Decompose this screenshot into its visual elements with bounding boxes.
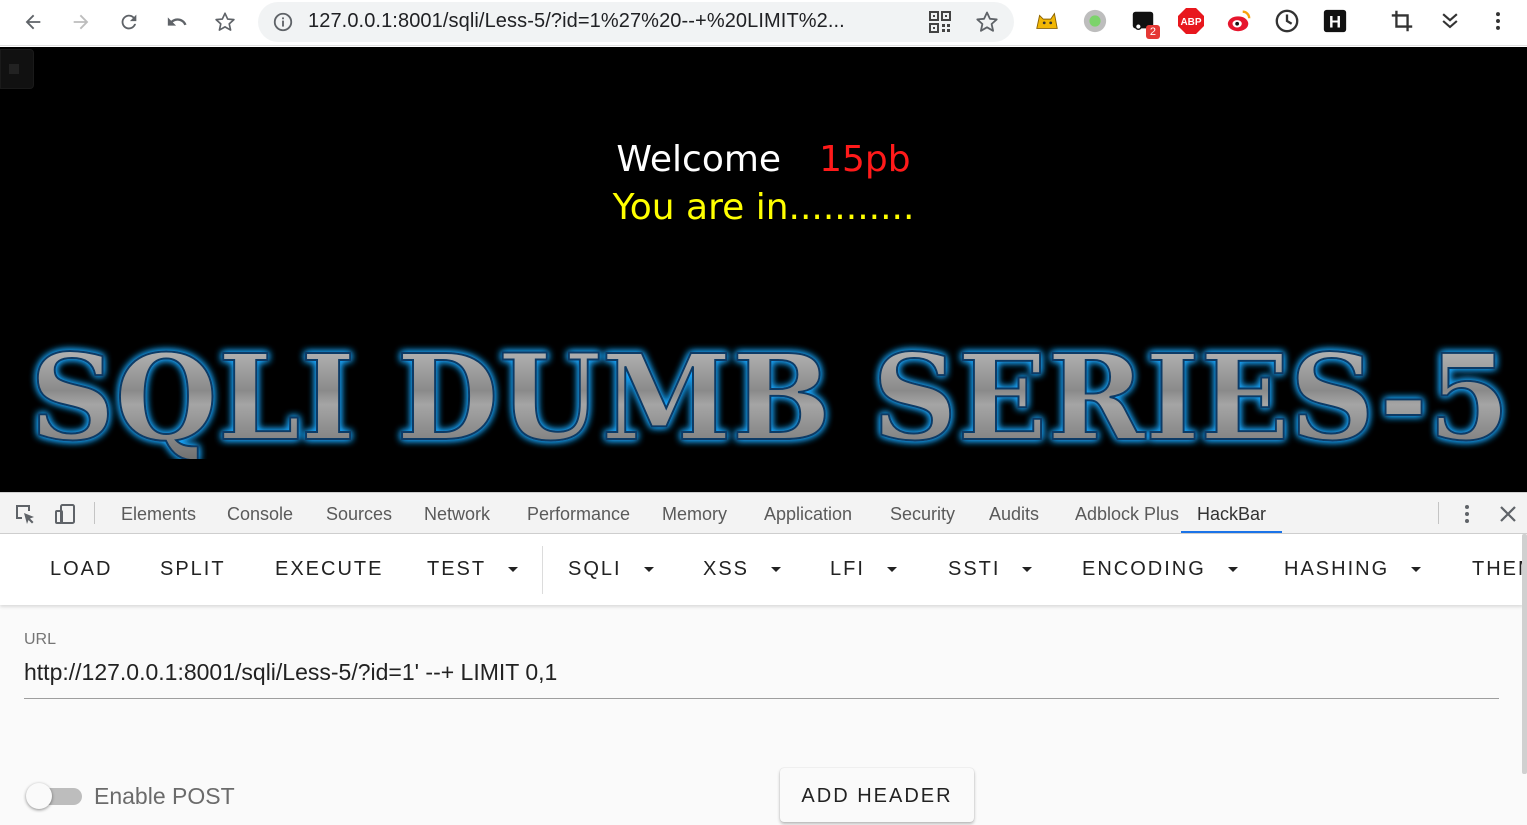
caret-down-icon bbox=[508, 567, 519, 572]
hackbar-xss-dropdown[interactable]: XSS bbox=[703, 534, 782, 605]
hackbar-theme-label: THEME bbox=[1472, 558, 1523, 580]
bookmark-page-button[interactable] bbox=[206, 3, 244, 41]
hackbar-ssti-label: SSTI bbox=[948, 558, 1001, 580]
undo-button[interactable] bbox=[158, 3, 196, 41]
tab-performance[interactable]: Performance bbox=[527, 493, 630, 533]
hackbar-split-button[interactable]: SPLIT bbox=[160, 534, 226, 605]
close-icon[interactable] bbox=[1496, 502, 1520, 526]
enable-post-toggle[interactable] bbox=[26, 783, 82, 809]
hackbar-hashing-dropdown[interactable]: HASHING bbox=[1284, 534, 1422, 605]
bookmark-star-icon[interactable] bbox=[975, 10, 999, 34]
adblock-plus-label: ABP bbox=[1180, 17, 1201, 28]
hackbar-menu: LOAD SPLIT EXECUTE TEST SQLI XSS LFI SST… bbox=[0, 534, 1523, 605]
chevron-double-down-icon[interactable] bbox=[1436, 7, 1464, 35]
weibo-icon[interactable] bbox=[1225, 7, 1253, 35]
hackbar-hashing-label: HASHING bbox=[1284, 558, 1390, 580]
banner-text: SQLI DUMB SERIES-5 bbox=[30, 329, 1510, 459]
hackbar-divider bbox=[542, 546, 543, 594]
hackbar-xss-label: XSS bbox=[703, 558, 750, 580]
clock-icon[interactable] bbox=[1273, 7, 1301, 35]
caret-down-icon bbox=[1411, 567, 1422, 572]
caret-down-icon bbox=[886, 567, 897, 572]
tab-adblock-plus[interactable]: Adblock Plus bbox=[1075, 493, 1179, 533]
hackbar-h-icon[interactable]: H bbox=[1321, 7, 1349, 35]
undo-icon bbox=[167, 17, 187, 26]
hackbar-execute-button[interactable]: EXECUTE bbox=[275, 534, 383, 605]
welcome-line: Welcome 15pb bbox=[0, 139, 1527, 180]
extension-badge: 2 bbox=[1145, 25, 1160, 39]
devtools-panel: Elements Console Sources Network Perform… bbox=[0, 492, 1527, 825]
star-outline-icon bbox=[215, 12, 235, 31]
caret-down-icon bbox=[771, 567, 782, 572]
hackbar-h-label: H bbox=[1329, 13, 1341, 32]
address-bar[interactable]: 127.0.0.1:8001/sqli/Less-5/?id=1%27%20--… bbox=[258, 2, 1014, 42]
hackbar-load-label: LOAD bbox=[50, 558, 113, 580]
url-field-underline bbox=[24, 698, 1499, 699]
tab-application[interactable]: Application bbox=[764, 493, 852, 533]
caret-down-icon bbox=[1227, 567, 1238, 572]
reload-button[interactable] bbox=[110, 3, 148, 41]
devtools-tab-bar: Elements Console Sources Network Perform… bbox=[0, 493, 1527, 534]
hackbar-load-button[interactable]: LOAD bbox=[50, 534, 112, 605]
welcome-username: 15pb bbox=[819, 139, 911, 180]
hackbar-test-dropdown[interactable]: TEST bbox=[427, 534, 519, 605]
tampermonkey-cat-icon[interactable] bbox=[1033, 7, 1061, 35]
address-url[interactable]: 127.0.0.1:8001/sqli/Less-5/?id=1%27%20--… bbox=[308, 10, 845, 33]
hackbar-ssti-dropdown[interactable]: SSTI bbox=[948, 534, 1033, 605]
page-viewport: Welcome 15pb You are in........... SQLI D… bbox=[0, 47, 1527, 492]
hackbar-encoding-label: ENCODING bbox=[1082, 558, 1206, 580]
caret-down-icon bbox=[1022, 567, 1033, 572]
reload-icon bbox=[121, 14, 137, 30]
kebab-menu-icon[interactable] bbox=[1484, 7, 1512, 35]
devtools-divider bbox=[94, 502, 95, 524]
adblock-plus-icon[interactable]: ABP bbox=[1177, 7, 1205, 35]
hackbar-lfi-dropdown[interactable]: LFI bbox=[830, 534, 897, 605]
hackbar-encoding-dropdown[interactable]: ENCODING bbox=[1082, 534, 1238, 605]
hackbar-sqli-dropdown[interactable]: SQLI bbox=[568, 534, 654, 605]
welcome-text: Welcome bbox=[616, 139, 782, 180]
page-corner-widget bbox=[0, 49, 34, 89]
sqli-dumb-series-banner: SQLI DUMB SERIES-5 bbox=[29, 329, 1511, 459]
extension-with-badge-icon[interactable]: 2 bbox=[1129, 7, 1160, 39]
tab-audits[interactable]: Audits bbox=[989, 493, 1039, 533]
hackbar-lfi-label: LFI bbox=[830, 558, 865, 580]
arrow-left-icon bbox=[25, 14, 41, 30]
devtools-scrollbar[interactable] bbox=[1522, 534, 1527, 774]
caret-down-icon bbox=[643, 567, 654, 572]
devtools-divider-right bbox=[1438, 502, 1439, 524]
green-dot-extension-icon[interactable] bbox=[1081, 7, 1109, 35]
add-header-button[interactable]: ADD HEADER bbox=[780, 768, 974, 822]
tab-elements[interactable]: Elements bbox=[121, 493, 196, 533]
inspect-element-icon[interactable] bbox=[13, 502, 37, 526]
url-field-label: URL bbox=[24, 631, 57, 648]
browser-toolbar: 127.0.0.1:8001/sqli/Less-5/?id=1%27%20--… bbox=[0, 0, 1527, 46]
enable-post-label: Enable POST bbox=[94, 783, 235, 809]
url-field[interactable]: http://127.0.0.1:8001/sqli/Less-5/?id=1'… bbox=[24, 659, 557, 686]
hackbar-execute-label: EXECUTE bbox=[275, 558, 384, 580]
device-toolbar-icon[interactable] bbox=[53, 502, 77, 526]
hackbar-test-label: TEST bbox=[427, 558, 487, 580]
tab-sources[interactable]: Sources bbox=[326, 493, 392, 533]
arrow-right-icon bbox=[73, 14, 89, 30]
info-icon[interactable] bbox=[272, 11, 294, 33]
tab-console[interactable]: Console bbox=[227, 493, 293, 533]
toggle-knob bbox=[26, 783, 52, 809]
tab-security[interactable]: Security bbox=[890, 493, 955, 533]
devtools-more-icon[interactable] bbox=[1456, 502, 1478, 526]
tab-hackbar[interactable]: HackBar bbox=[1181, 493, 1283, 533]
tab-memory[interactable]: Memory bbox=[662, 493, 727, 533]
hackbar-split-label: SPLIT bbox=[160, 558, 226, 580]
hackbar-sqli-label: SQLI bbox=[568, 558, 622, 580]
back-button[interactable] bbox=[14, 3, 52, 41]
forward-button[interactable] bbox=[62, 3, 100, 41]
crop-icon[interactable] bbox=[1388, 7, 1416, 35]
qr-code-icon[interactable] bbox=[928, 10, 952, 34]
hackbar-theme-dropdown[interactable]: THEME bbox=[1472, 534, 1523, 605]
login-status-text: You are in........... bbox=[612, 187, 915, 228]
tab-network[interactable]: Network bbox=[424, 493, 490, 533]
